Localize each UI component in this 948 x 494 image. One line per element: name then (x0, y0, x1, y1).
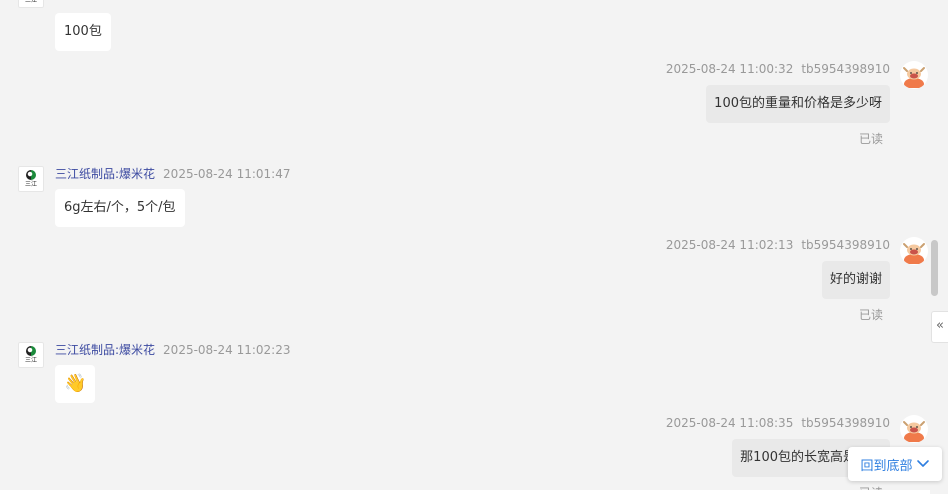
message-time: 2025-08-24 11:02:13 (665, 238, 794, 252)
scrollbar[interactable] (930, 0, 939, 494)
message-meta: 2025-08-24 11:00:32 tb5954398910 (666, 62, 890, 76)
message-bubble[interactable]: 6g左右/个，5个/包 (55, 189, 185, 227)
buyer-message: 2025-08-24 11:02:13 tb5954398910 好的谢谢 已读 (0, 236, 930, 326)
buyer-message: 2025-08-24 11:08:35 tb5954398910 那100包的长宽… (0, 414, 930, 494)
shop-logo-icon (26, 346, 36, 356)
message-time: 2025-08-24 11:02:23 (163, 343, 291, 357)
shop-avatar[interactable]: 三江 (18, 166, 44, 192)
read-status: 已读 (858, 308, 883, 322)
shop-message: 三江 100包 (0, 0, 930, 62)
message-bubble[interactable]: 好的谢谢 (821, 261, 890, 299)
chat-message-list[interactable]: 三江 100包 2025-08-24 11:00:32 tb5954398910 … (0, 0, 930, 494)
emoji-bubble[interactable]: 👋 (55, 365, 95, 403)
shop-avatar[interactable]: 三江 (18, 342, 44, 368)
buyer-avatar[interactable] (900, 61, 928, 89)
message-time: 2025-08-24 11:01:47 (163, 167, 291, 181)
buyer-avatar[interactable] (900, 415, 928, 443)
shop-message: 三江 三江纸制品:爆米花 2025-08-24 11:02:23 👋 (0, 340, 930, 410)
shop-logo-icon (26, 170, 36, 180)
message-bubble[interactable]: 100包的重量和价格是多少呀 (706, 85, 890, 123)
shop-logo-text: 三江 (24, 181, 37, 188)
buyer-name[interactable]: tb5954398910 (801, 238, 890, 252)
chevron-down-icon (916, 460, 929, 467)
message-meta: 2025-08-24 11:08:35 tb5954398910 (666, 416, 890, 430)
buyer-avatar[interactable] (900, 237, 928, 265)
shop-logo-text: 三江 (24, 357, 37, 364)
double-chevron-left-icon: « (936, 318, 944, 333)
message-bubble[interactable]: 100包 (55, 13, 111, 51)
collapse-panel-button[interactable]: « (931, 311, 948, 343)
input-area-edge (0, 490, 930, 494)
cow-avatar-icon (903, 67, 925, 88)
shop-name[interactable]: 三江纸制品:爆米花 (55, 343, 155, 357)
buyer-message: 2025-08-24 11:00:32 tb5954398910 100包的重量和… (0, 60, 930, 150)
buyer-name[interactable]: tb5954398910 (801, 62, 890, 76)
cow-avatar-icon (903, 243, 925, 264)
back-to-bottom-label: 回到底部 (860, 458, 913, 474)
cow-avatar-icon (903, 421, 925, 442)
wave-hand-icon: 👋 (64, 373, 87, 394)
back-to-bottom-button[interactable]: 回到底部 (848, 447, 942, 481)
message-meta: 三江纸制品:爆米花 2025-08-24 11:02:23 (55, 341, 291, 358)
message-meta: 三江纸制品:爆米花 2025-08-24 11:01:47 (55, 165, 291, 182)
shop-message: 三江 三江纸制品:爆米花 2025-08-24 11:01:47 6g左右/个，5… (0, 164, 930, 234)
shop-avatar[interactable]: 三江 (18, 0, 44, 8)
message-time: 2025-08-24 11:08:35 (665, 416, 794, 430)
buyer-name[interactable]: tb5954398910 (801, 416, 890, 430)
read-status: 已读 (858, 132, 883, 146)
message-meta: 2025-08-24 11:02:13 tb5954398910 (666, 238, 890, 252)
shop-logo-text: 三江 (24, 0, 37, 4)
scrollbar-thumb[interactable] (931, 240, 938, 296)
shop-name[interactable]: 三江纸制品:爆米花 (55, 167, 155, 181)
message-time: 2025-08-24 11:00:32 (665, 62, 794, 76)
